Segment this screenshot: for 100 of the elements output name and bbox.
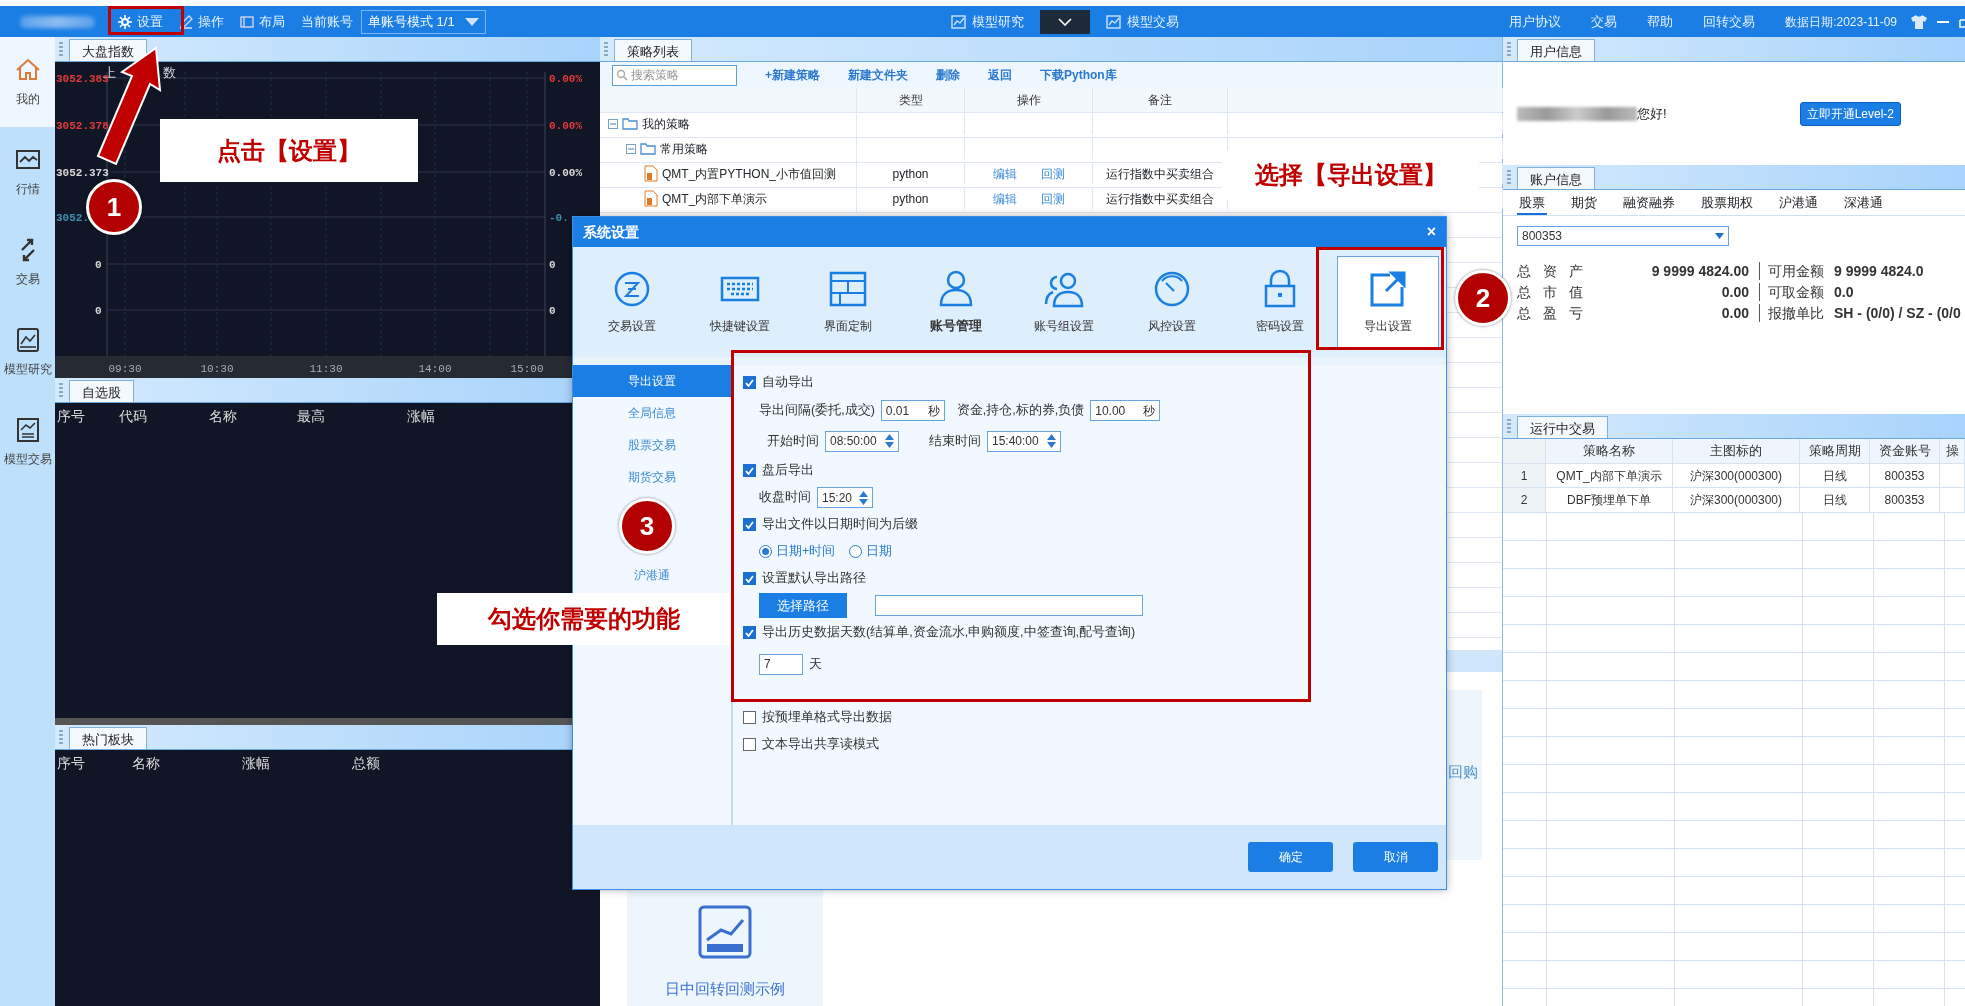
panel-tab[interactable]: 热门板块 — [69, 727, 147, 749]
path-field[interactable] — [875, 595, 1143, 616]
checkbox[interactable] — [743, 572, 756, 585]
table-cell: 1 — [1503, 463, 1546, 488]
toggle-icon[interactable] — [608, 118, 618, 129]
panel-tab[interactable]: 策略列表 — [614, 39, 692, 61]
account-tab[interactable]: 股票 — [1517, 193, 1547, 215]
checkbox-label[interactable]: 盘后导出 — [762, 461, 814, 480]
checkbox-label[interactable]: 导出文件以日期时间为后缀 — [762, 515, 918, 534]
mode-dropdown[interactable] — [1040, 9, 1091, 34]
input-field[interactable]: 7 — [759, 653, 803, 675]
dialog-button[interactable]: 取消 — [1353, 842, 1438, 872]
checkbox-label[interactable]: 导出历史数据天数(结算单,资金流水,申购额度,中签查询,配号查询) — [762, 623, 1136, 642]
menu-item[interactable]: 交易 — [1591, 11, 1618, 32]
column-header: 总额 — [352, 754, 381, 773]
settings-nav-item[interactable]: 沪港通 — [573, 559, 731, 591]
sidebar-item[interactable]: 模型研究 — [0, 307, 55, 397]
dialog-button[interactable]: 确定 — [1248, 842, 1333, 872]
menu-item[interactable]: 用户协议 — [1509, 11, 1562, 32]
toolbar-link[interactable]: +新建策略 — [765, 66, 820, 84]
toolbar-link[interactable]: 返回 — [988, 66, 1012, 84]
menu-item[interactable]: 操作 — [179, 11, 224, 32]
settings-category[interactable]: 账号管理 — [905, 256, 1007, 348]
shirt-icon[interactable] — [1911, 14, 1927, 29]
settings-category[interactable]: 账号组设置 — [1013, 256, 1115, 348]
table-link[interactable]: 回测 — [1040, 189, 1065, 208]
account-tab[interactable]: 期货 — [1569, 193, 1599, 215]
upgrade-button[interactable]: 立即开通Level-2 — [1799, 101, 1901, 126]
settings-nav-item[interactable]: 期货交易 — [573, 461, 731, 493]
panel-tab[interactable]: 用户信息 — [1517, 39, 1595, 61]
menu-item[interactable]: 布局 — [240, 11, 285, 32]
checkbox-label[interactable]: 设置默认导出路径 — [762, 569, 866, 588]
checkbox[interactable] — [743, 376, 756, 389]
account-tab[interactable]: 股票期权 — [1699, 193, 1755, 215]
settings-nav-item[interactable]: 股票交易 — [573, 429, 731, 461]
checkbox-label[interactable]: 文本导出共享读模式 — [762, 735, 879, 754]
input-field[interactable]: 08:50:00 — [825, 430, 899, 452]
checkbox[interactable] — [743, 464, 756, 477]
toolbar-link[interactable]: 下载Python库 — [1040, 66, 1117, 84]
field-label: 结束时间 — [929, 432, 981, 450]
radio-button[interactable] — [849, 545, 863, 558]
menu-item[interactable]: 回转交易 — [1703, 11, 1756, 32]
checkbox[interactable] — [743, 711, 756, 724]
mode-tab[interactable]: 模型研究 — [951, 11, 1025, 32]
table-link[interactable]: 回测 — [1040, 164, 1065, 183]
account-tab[interactable]: 沪港通 — [1777, 193, 1820, 215]
panel-tab[interactable]: 账户信息 — [1517, 167, 1595, 189]
settings-category[interactable]: 界面定制 — [797, 256, 899, 348]
panel-tab[interactable]: 自选股 — [69, 380, 134, 402]
panel-tab[interactable]: 运行中交易 — [1517, 415, 1608, 438]
tree-item[interactable]: QMT_内置PYTHON_小市值回测 — [662, 164, 836, 183]
settings-category[interactable]: 交易设置 — [581, 256, 683, 348]
table-cell: 800353 — [1870, 463, 1940, 488]
tree-item[interactable]: QMT_内部下单演示 — [662, 189, 768, 208]
radio-label[interactable]: 日期+时间 — [776, 542, 836, 561]
spinner-icon[interactable] — [859, 489, 868, 506]
table-cell-text: python — [892, 190, 929, 208]
panel-tab[interactable]: 大盘指数 — [69, 39, 147, 61]
pencil-icon — [179, 14, 193, 29]
checkbox-label[interactable]: 自动导出 — [762, 373, 814, 392]
account-tab[interactable]: 深港通 — [1842, 193, 1885, 215]
choose-path-button[interactable]: 选择路径 — [759, 593, 847, 618]
spinner-icon[interactable] — [885, 433, 894, 449]
settings-category[interactable]: 导出设置 — [1337, 256, 1439, 348]
input-field[interactable]: 15:20 — [817, 487, 873, 508]
checkbox[interactable] — [743, 738, 756, 751]
table-link[interactable]: 编辑 — [992, 189, 1017, 208]
tree-item[interactable]: 我的策略 — [642, 114, 690, 133]
account-select[interactable]: 800353 — [1517, 226, 1729, 247]
tree-item[interactable]: 常用策略 — [660, 139, 708, 158]
radio-button[interactable] — [759, 545, 772, 558]
checkbox[interactable] — [743, 518, 756, 531]
mode-tab[interactable]: 模型交易 — [1106, 11, 1180, 32]
sidebar-item[interactable]: 我的 — [0, 37, 55, 127]
settings-category[interactable]: 快捷键设置 — [689, 256, 791, 348]
settings-nav-item[interactable]: 全局信息 — [573, 397, 731, 429]
account-mode-dropdown[interactable]: 单账号模式 1/1 — [361, 9, 486, 34]
settings-category[interactable]: 密码设置 — [1229, 256, 1331, 348]
sidebar-item[interactable]: 行情 — [0, 127, 55, 217]
input-field[interactable]: 0.01 秒 — [880, 400, 945, 421]
sidebar-item[interactable]: 模型交易 — [0, 397, 55, 487]
menu-item[interactable]: 设置 — [118, 11, 163, 32]
input-field[interactable]: 15:40:00 — [987, 430, 1061, 452]
close-button[interactable]: × — [1426, 220, 1436, 244]
spinner-icon[interactable] — [1047, 433, 1056, 449]
table-link[interactable]: 编辑 — [992, 164, 1017, 183]
sidebar-item[interactable]: 交易 — [0, 217, 55, 307]
account-tab[interactable]: 融资融券 — [1621, 193, 1677, 215]
stat-label: 可取金额 — [1767, 282, 1825, 302]
input-field[interactable]: 10.00 秒 — [1090, 400, 1161, 421]
toggle-icon[interactable] — [626, 143, 636, 154]
settings-nav-item[interactable]: 导出设置 — [573, 365, 731, 397]
growth-chart-icon — [697, 903, 753, 960]
toolbar-link[interactable]: 新建文件夹 — [848, 66, 908, 84]
menu-item[interactable]: 帮助 — [1647, 11, 1674, 32]
settings-category[interactable]: 风控设置 — [1121, 256, 1223, 348]
toolbar-link[interactable]: 删除 — [936, 66, 960, 84]
checkbox[interactable] — [743, 626, 756, 639]
checkbox-label[interactable]: 按预埋单格式导出数据 — [762, 708, 892, 727]
radio-label[interactable]: 日期 — [866, 542, 893, 561]
